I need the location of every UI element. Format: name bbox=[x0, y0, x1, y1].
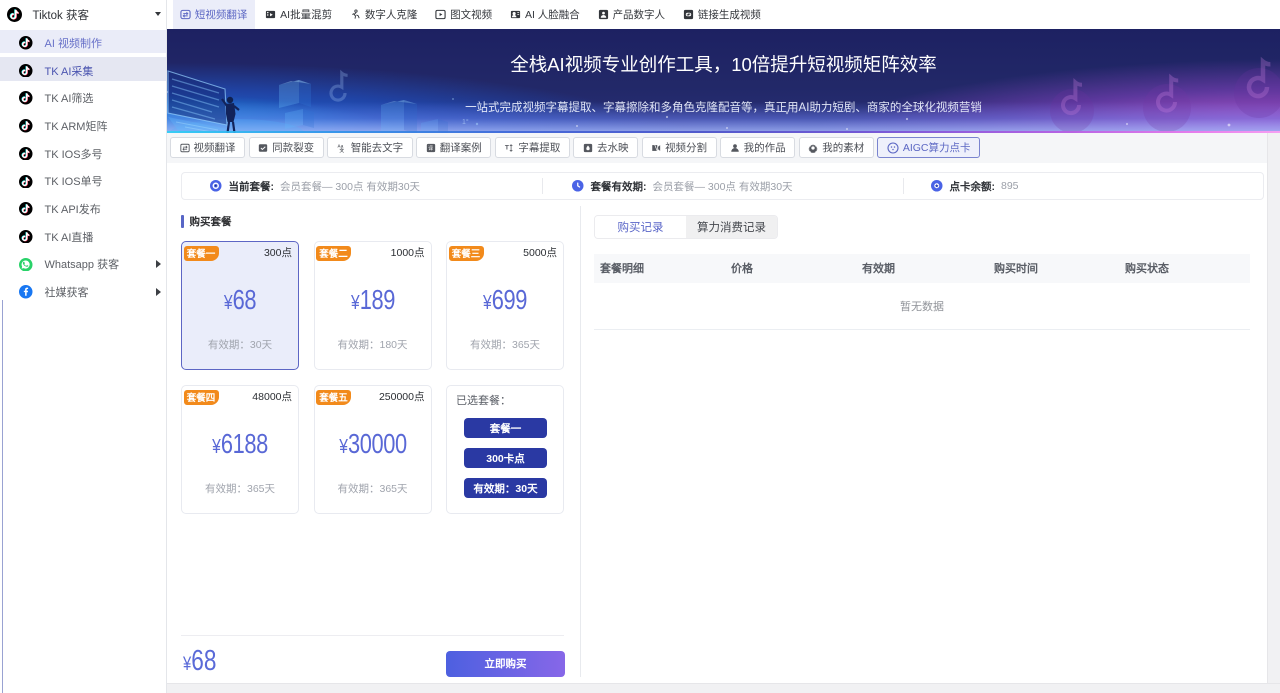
svg-text:译: 译 bbox=[428, 145, 433, 152]
svg-text:T: T bbox=[505, 144, 509, 151]
svg-text:文: 文 bbox=[339, 147, 344, 153]
svg-text:1°: 1° bbox=[462, 118, 469, 126]
